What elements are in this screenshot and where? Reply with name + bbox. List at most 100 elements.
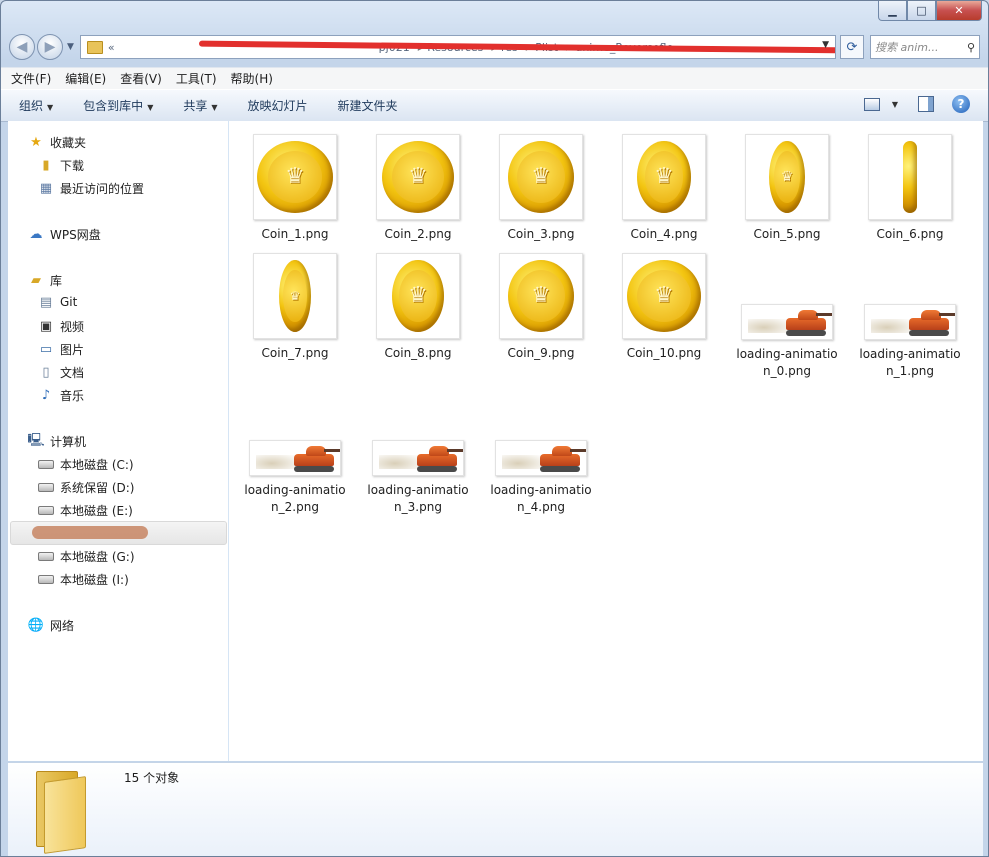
- view-dropdown-icon[interactable]: ▼: [892, 100, 898, 109]
- file-item[interactable]: ♛ Coin_5.png: [735, 134, 839, 243]
- address-dropdown-icon[interactable]: ▼: [822, 40, 829, 50]
- minimize-button[interactable]: ▁: [878, 1, 907, 21]
- tank-thumbnail: [741, 304, 833, 340]
- sidebar-item-wps[interactable]: ☁ WPS网盘: [28, 226, 101, 243]
- coin-thumbnail: [868, 134, 952, 220]
- file-name: Coin_1.png: [261, 227, 329, 241]
- sidebar-item-label: 视频: [60, 320, 85, 334]
- slideshow-button[interactable]: 放映幻灯片: [248, 97, 308, 114]
- tank-thumbnail: [495, 440, 587, 476]
- folder-icon: [86, 40, 103, 54]
- sidebar-item-git[interactable]: ▤ Git: [38, 295, 78, 310]
- sidebar-item-favorites[interactable]: ★ 收藏夹: [28, 134, 86, 151]
- sidebar-item-downloads[interactable]: ▮ 下载: [38, 157, 84, 174]
- coin-thumbnail: ♛: [622, 134, 706, 220]
- help-icon[interactable]: ?: [952, 95, 970, 113]
- command-bar: 组织 ▼ 包含到库中 ▼ 共享 ▼ 放映幻灯片 新建文件夹 ▼ ?: [1, 89, 988, 122]
- sidebar-item-drive-e[interactable]: 本地磁盘 (E:): [38, 502, 133, 519]
- drive-icon: [38, 573, 54, 587]
- menu-file[interactable]: 文件(F): [11, 70, 51, 87]
- sidebar-item-label: 文档: [60, 366, 85, 380]
- sidebar-item-network[interactable]: 🌐 网络: [28, 617, 74, 634]
- include-in-library-button[interactable]: 包含到库中 ▼: [83, 97, 153, 114]
- details-pane: 15 个对象: [8, 762, 983, 856]
- sidebar-item-pictures[interactable]: ▭ 图片: [38, 341, 84, 358]
- file-item[interactable]: ♛ Coin_2.png: [366, 134, 470, 243]
- file-item[interactable]: Coin_6.png: [858, 134, 962, 243]
- recent-pages-dropdown[interactable]: ▼: [67, 42, 74, 52]
- file-name: Coin_9.png: [507, 346, 575, 360]
- library-icon: ▰: [31, 273, 41, 288]
- network-icon: 🌐: [27, 618, 45, 633]
- file-item[interactable]: loading-animation_4.png: [489, 440, 593, 516]
- include-library-label: 包含到库中: [83, 99, 144, 113]
- file-name: loading-animation_1.png: [859, 347, 961, 378]
- computer-icon: 🖳: [27, 432, 45, 448]
- file-name: loading-animation_4.png: [490, 483, 592, 514]
- file-item[interactable]: ♛ Coin_8.png: [366, 253, 470, 362]
- crown-icon: ♛: [517, 151, 565, 203]
- preview-pane-icon[interactable]: [918, 96, 934, 112]
- drive-icon: [38, 481, 54, 495]
- sidebar-item-recent[interactable]: ▦ 最近访问的位置: [38, 180, 144, 197]
- chevron-down-icon: ▼: [47, 103, 54, 112]
- file-item[interactable]: ♛ Coin_7.png: [243, 253, 347, 362]
- refresh-button[interactable]: ⟳: [840, 35, 864, 59]
- file-name: loading-animation_0.png: [736, 347, 838, 378]
- forward-arrow-icon: ▶: [44, 39, 56, 55]
- crown-icon: ♛: [637, 270, 691, 322]
- download-folder-icon: ▮: [42, 158, 50, 173]
- drive-icon: [38, 550, 54, 564]
- breadcrumb-overflow[interactable]: «: [108, 41, 115, 54]
- explorer-window: ▁ □ ✕ ◀ ▶ ▼ « pj021 ▸ Resources ▸ res ▸ …: [0, 0, 989, 857]
- file-item[interactable]: ♛ Coin_3.png: [489, 134, 593, 243]
- file-item[interactable]: ♛ Coin_9.png: [489, 253, 593, 362]
- menu-tools[interactable]: 工具(T): [176, 70, 217, 87]
- search-input[interactable]: 搜索 anim... ⚲: [870, 35, 980, 59]
- sidebar-item-drive-i[interactable]: 本地磁盘 (I:): [38, 571, 129, 588]
- close-button[interactable]: ✕: [936, 1, 982, 21]
- file-item[interactable]: ♛ Coin_10.png: [612, 253, 716, 362]
- sidebar-item-label: WPS网盘: [50, 228, 101, 242]
- file-name: loading-animation_2.png: [244, 483, 346, 514]
- sidebar-item-label: Git: [60, 295, 78, 309]
- file-item[interactable]: loading-animation_3.png: [366, 440, 470, 516]
- sidebar-item-label: 图片: [60, 343, 85, 357]
- sidebar-item-drive-c[interactable]: 本地磁盘 (C:): [38, 456, 134, 473]
- sidebar-item-documents[interactable]: ▯ 文档: [38, 364, 84, 381]
- sidebar-item-drive-g[interactable]: 本地磁盘 (G:): [38, 548, 135, 565]
- sidebar-item-drive-d[interactable]: 系统保留 (D:): [38, 479, 134, 496]
- file-item[interactable]: loading-animation_0.png: [735, 304, 839, 380]
- organize-button[interactable]: 组织 ▼: [19, 97, 53, 114]
- coin-thumbnail: ♛: [253, 253, 337, 339]
- maximize-button[interactable]: □: [907, 1, 936, 21]
- sidebar-item-label: 最近访问的位置: [60, 182, 145, 196]
- music-icon: ♪: [41, 388, 51, 403]
- tank-thumbnail: [372, 440, 464, 476]
- file-item[interactable]: ♛ Coin_1.png: [243, 134, 347, 243]
- sidebar-item-label: 网络: [50, 619, 75, 633]
- share-button[interactable]: 共享 ▼: [183, 97, 217, 114]
- star-icon: ★: [30, 135, 42, 150]
- sidebar-item-computer[interactable]: 🖳 计算机: [27, 432, 86, 450]
- menu-edit[interactable]: 编辑(E): [65, 70, 106, 87]
- menu-help[interactable]: 帮助(H): [231, 70, 273, 87]
- sidebar-item-music[interactable]: ♪ 音乐: [38, 387, 84, 404]
- file-item[interactable]: ♛ Coin_4.png: [612, 134, 716, 243]
- file-item[interactable]: loading-animation_1.png: [858, 304, 962, 380]
- forward-button[interactable]: ▶: [37, 34, 63, 60]
- back-button[interactable]: ◀: [9, 34, 35, 60]
- back-arrow-icon: ◀: [16, 39, 28, 55]
- sidebar-item-label: 本地磁盘 (G:): [60, 550, 135, 564]
- crown-icon: ♛: [267, 151, 323, 203]
- address-bar[interactable]: « pj021 ▸ Resources ▸ res ▸ Plist ▸ anim…: [79, 35, 836, 59]
- view-options-icon[interactable]: [863, 97, 880, 111]
- new-folder-button[interactable]: 新建文件夹: [338, 97, 398, 114]
- search-icon[interactable]: ⚲: [967, 41, 975, 54]
- sidebar-item-video[interactable]: ▣ 视频: [38, 318, 84, 335]
- file-item[interactable]: loading-animation_2.png: [243, 440, 347, 516]
- sidebar-item-libraries[interactable]: ▰ 库: [28, 272, 62, 289]
- menu-view[interactable]: 查看(V): [120, 70, 162, 87]
- search-placeholder: 搜索 anim...: [875, 41, 939, 54]
- crown-icon: ♛: [392, 151, 444, 203]
